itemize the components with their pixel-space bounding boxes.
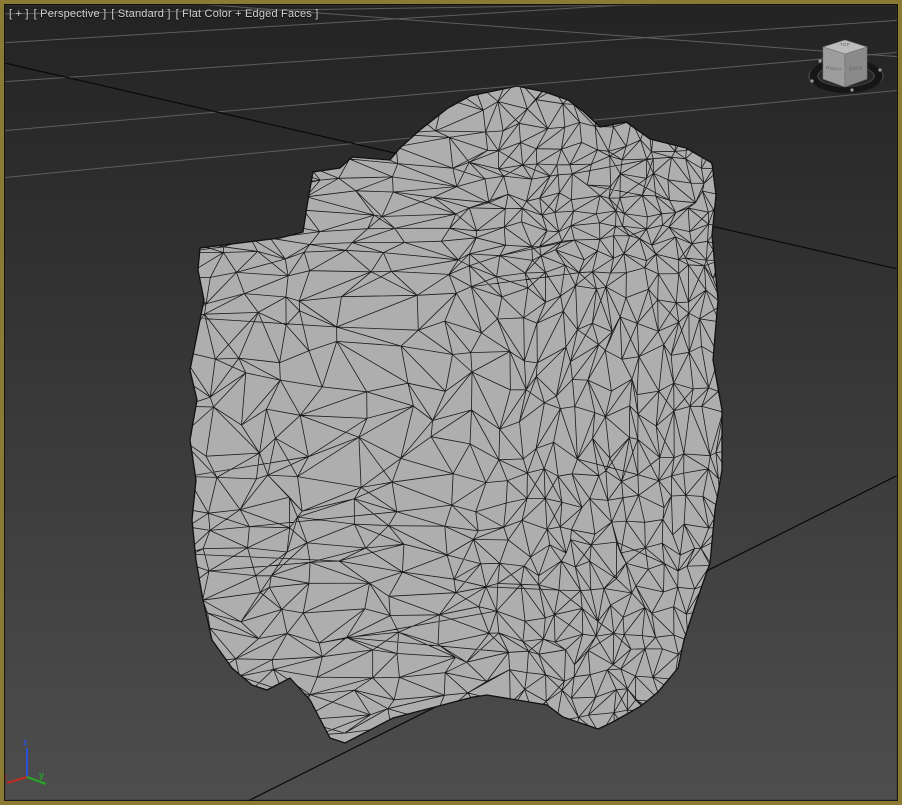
viewport-general-menu[interactable]: [ + ] bbox=[9, 8, 29, 21]
compass-tick-east-icon bbox=[878, 68, 881, 71]
viewcube-cube-icon[interactable]: TOP RIGHT BACK bbox=[823, 40, 867, 87]
viewport-standard-menu[interactable]: [ Standard ] bbox=[111, 8, 170, 21]
compass-tick-west-icon bbox=[810, 79, 813, 82]
viewcube-top-face-label: TOP bbox=[840, 42, 850, 47]
viewport-pov-menu[interactable]: [ Perspective ] bbox=[34, 8, 107, 21]
scene-canvas[interactable]: TOP RIGHT BACK z x y bbox=[0, 0, 902, 805]
x-axis-label: x bbox=[2, 772, 7, 782]
z-axis-label: z bbox=[23, 737, 28, 747]
viewport-label-bar: [ + ] [ Perspective ] [ Standard ] [ Fla… bbox=[9, 8, 319, 21]
y-axis-label: y bbox=[39, 770, 44, 780]
perspective-viewport[interactable]: TOP RIGHT BACK z x y [ + ] [ Perspective… bbox=[0, 0, 902, 805]
compass-tick-south-icon bbox=[850, 88, 853, 91]
compass-tick-north-icon bbox=[818, 59, 821, 62]
viewport-shading-menu[interactable]: [ Flat Color + Edged Faces ] bbox=[176, 8, 319, 21]
